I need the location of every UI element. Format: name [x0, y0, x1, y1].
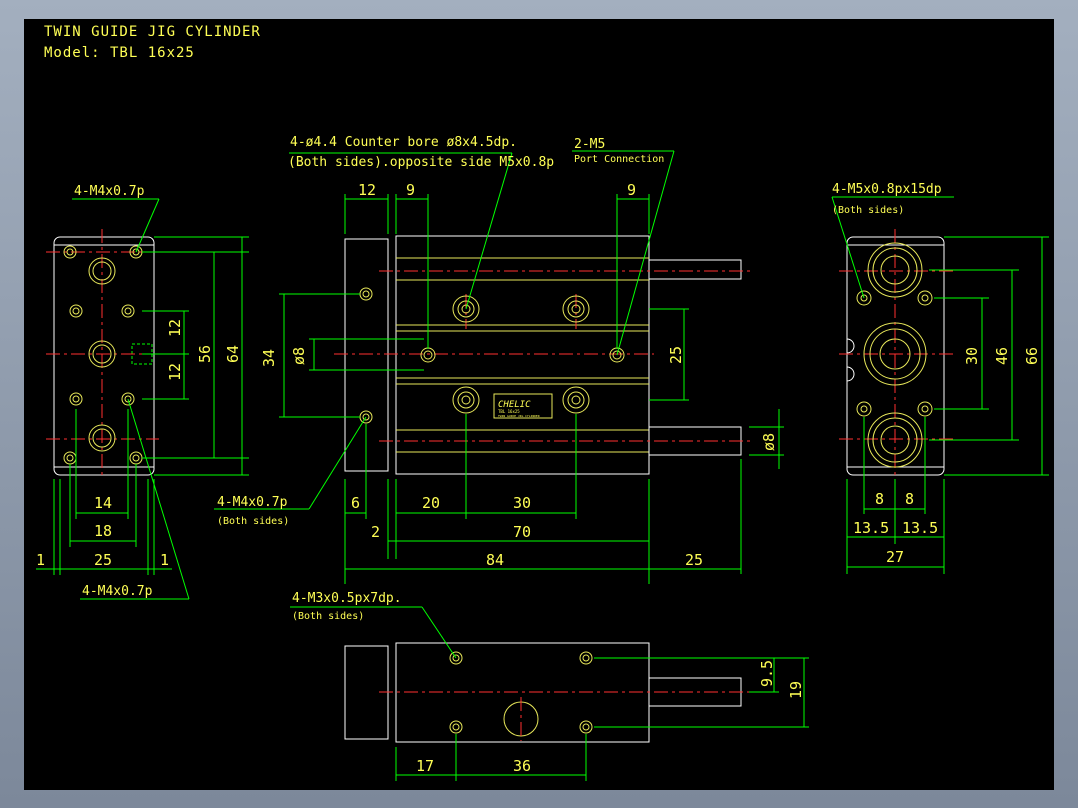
dim-bottom-95: 9.5: [758, 660, 776, 687]
right-end-view: 30 46 66 8 8 13.5 13.5 27 4-M5x0.8px15dp…: [831, 182, 1049, 574]
dim-left-14: 14: [94, 494, 112, 512]
dim-left-12a: 12: [166, 319, 184, 337]
dim-right-135a: 13.5: [853, 519, 889, 537]
dim-right-46: 46: [993, 347, 1011, 365]
dim-right-27: 27: [886, 548, 904, 566]
dim-left-64: 64: [224, 345, 242, 363]
bottom-view: 9.5 19 17 36 4-M3x0.5px7dp. (Both sides): [290, 591, 809, 781]
dim-front-20: 20: [422, 494, 440, 512]
dim-left-56: 56: [196, 345, 214, 363]
cylinder-body: [395, 235, 650, 475]
dim-front-30: 30: [513, 494, 531, 512]
guide-rod-top: [648, 259, 742, 280]
app-window: TWIN GUIDE JIG CYLINDER Model: TBL 16x25: [0, 0, 1078, 808]
note-left-top: 4-M4x0.7p: [74, 184, 145, 199]
dim-right-30: 30: [963, 347, 981, 365]
note-bottom-b: (Both sides): [292, 611, 364, 622]
dim-front-phi8b: ø8: [760, 433, 778, 451]
dim-bottom-19: 19: [787, 681, 805, 699]
dim-right-8a: 8: [875, 490, 884, 508]
note-top-b: (Both sides).opposite side M5x0.8p: [288, 155, 554, 170]
front-view: CHELIC TBL 16x25 TWIN GUIDE JIG CYLINDER: [214, 135, 784, 584]
dim-left-1b: 1: [160, 551, 169, 569]
dim-front-34: 34: [260, 349, 278, 367]
dim-bottom-17: 17: [416, 757, 434, 775]
dim-left-25: 25: [94, 551, 112, 569]
dim-left-12b: 12: [166, 363, 184, 381]
dim-front-phi8a: ø8: [290, 347, 308, 365]
note-port-b: Port Connection: [574, 154, 664, 165]
dim-front-70: 70: [513, 523, 531, 541]
note-mid-a: 4-M4x0.7p: [217, 495, 288, 510]
note-mid-b: (Both sides): [217, 516, 289, 527]
dim-right-66: 66: [1023, 347, 1041, 365]
dim-front-9a: 9: [406, 181, 415, 199]
note-top-a: 4-ø4.4 Counter bore ø8x4.5dp.: [290, 135, 517, 150]
dim-front-9b: 9: [627, 181, 636, 199]
note-port-a: 2-M5: [574, 137, 605, 152]
dim-front-12: 12: [358, 181, 376, 199]
note-bottom-a: 4-M3x0.5px7dp.: [292, 591, 402, 606]
dim-front-6: 6: [351, 494, 360, 512]
svg-text:TWIN GUIDE JIG CYLINDER: TWIN GUIDE JIG CYLINDER: [498, 414, 540, 418]
dim-front-25: 25: [667, 346, 685, 364]
drawing-canvas[interactable]: TWIN GUIDE JIG CYLINDER Model: TBL 16x25: [24, 19, 1054, 790]
cad-drawing: 12 12 56 64 14 18 25 1 1 4-M4x0.7p 4-M4x…: [36, 135, 1049, 781]
dim-left-1a: 1: [36, 551, 45, 569]
dim-front-84: 84: [486, 551, 504, 569]
note-right-a: 4-M5x0.8px15dp: [832, 182, 942, 197]
dim-front-2: 2: [371, 523, 380, 541]
dim-right-135b: 13.5: [902, 519, 938, 537]
label-plate: CHELIC TBL 16x25 TWIN GUIDE JIG CYLINDER: [493, 393, 553, 419]
note-right-b: (Both sides): [832, 205, 904, 216]
left-end-view: 12 12 56 64 14 18 25 1 1 4-M4x0.7p 4-M4x…: [36, 184, 249, 600]
dim-right-8b: 8: [905, 490, 914, 508]
dim-bottom-36: 36: [513, 757, 531, 775]
dim-left-18: 18: [94, 522, 112, 540]
note-left-bottom: 4-M4x0.7p: [82, 584, 153, 599]
dim-front-25b: 25: [685, 551, 703, 569]
